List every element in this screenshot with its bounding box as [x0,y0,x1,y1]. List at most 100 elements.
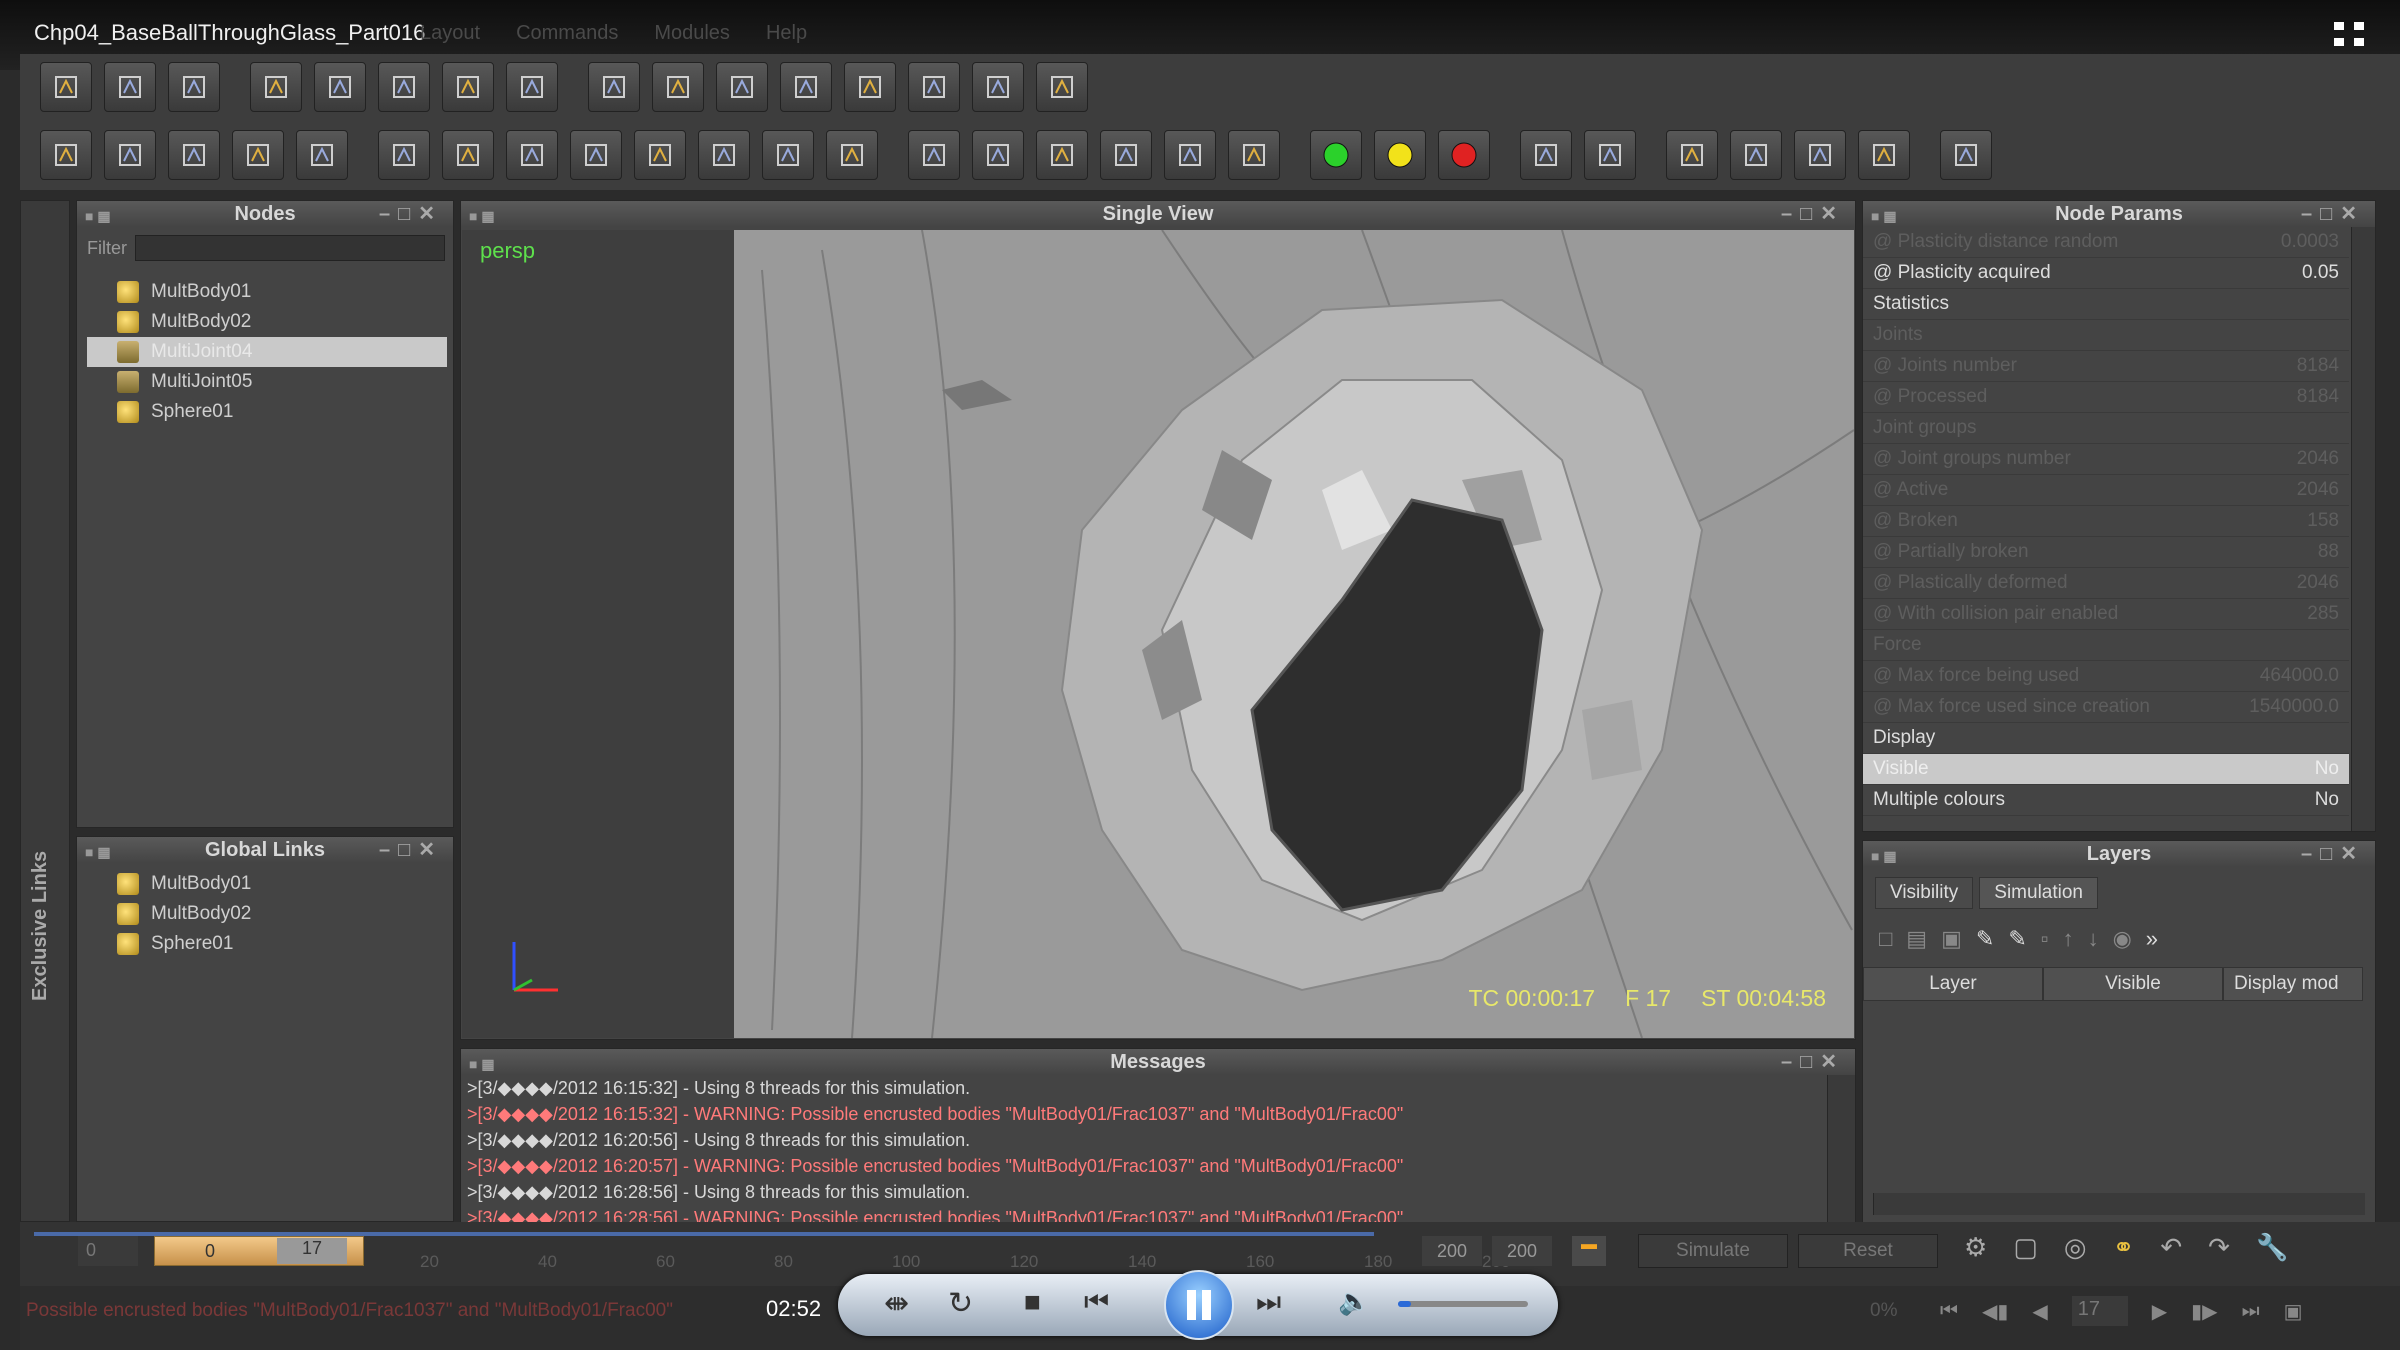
box1-button[interactable] [1036,130,1088,180]
frame-input[interactable]: 17 [2071,1296,2128,1326]
key-icon[interactable]: ▬ [1572,1236,1606,1266]
param-row[interactable]: Statistics [1863,289,2349,320]
param-row[interactable]: Display [1863,723,2349,754]
fracture-button[interactable] [168,130,220,180]
node-item[interactable]: MultBody01 [87,277,447,307]
yellow-light-button[interactable] [1374,130,1426,180]
timeline-end-b[interactable]: 200 [1492,1236,1552,1266]
panel-grip-icon[interactable]: ■ ▦ [469,1051,495,1077]
panel-grip-icon[interactable]: ■ ▦ [1871,203,1897,229]
layer-button[interactable] [588,62,640,112]
stop-icon[interactable]: ■ [1024,1286,1064,1326]
rigidify-button[interactable] [762,130,814,180]
loop-button[interactable] [1730,130,1782,180]
exclusive-links-strip[interactable]: Exclusive Links [20,200,70,1222]
rigid-body-button[interactable] [780,62,832,112]
prev-frame-icon[interactable]: ◀ [2032,1299,2047,1324]
sim-icon[interactable]: ⚙ [1964,1232,1987,1263]
panel-window-controls[interactable]: –□✕ [2301,841,2365,867]
menu-commands[interactable]: Commands [516,22,618,45]
globe-button[interactable] [844,62,896,112]
filter-input[interactable] [135,235,445,261]
constraint-button[interactable] [40,130,92,180]
select-button[interactable] [250,62,302,112]
param-row[interactable]: Joints [1863,320,2349,351]
node-item[interactable]: MultiJoint05 [87,367,447,397]
first-frame-icon[interactable]: ⏮ [1940,1300,1958,1323]
panel-window-controls[interactable]: –□✕ [379,201,443,227]
cache-icon[interactable]: ▢ [2013,1232,2038,1263]
param-row[interactable]: Multiple colours No [1863,785,2349,816]
param-row[interactable]: @ Broken 158 [1863,506,2349,537]
box2-button[interactable] [1100,130,1152,180]
hourglass-button[interactable] [826,130,878,180]
param-row[interactable]: @ Plastically deformed 2046 [1863,568,2349,599]
node-item[interactable]: Sphere01 [87,397,447,427]
red-light-button[interactable] [1438,130,1490,180]
next-key-icon[interactable]: ▮▶ [2191,1299,2217,1324]
sun-button[interactable] [1940,130,1992,180]
frame-button[interactable] [908,130,960,180]
layer-eye-icon[interactable]: ◉ [2113,926,2132,952]
panel-grip-icon[interactable]: ■ ▦ [1871,843,1897,869]
timeline-end-a[interactable]: 200 [1422,1236,1482,1266]
magnet-button[interactable] [506,130,558,180]
layer-edit-icon[interactable]: ✎ [1976,926,1994,952]
camera-icon[interactable]: ◎ [2064,1232,2087,1263]
pause-button[interactable] [1164,1270,1234,1340]
node-item-selected[interactable]: MultiJoint04 [87,337,447,367]
links-button[interactable] [652,62,704,112]
gear-clock-button[interactable] [1858,130,1910,180]
menu-layout[interactable]: Layout [420,22,480,45]
tab-simulation[interactable]: Simulation [1979,877,2098,909]
bounds-button[interactable] [378,130,430,180]
chain-button[interactable] [570,130,622,180]
param-row[interactable]: Visible No [1863,754,2349,785]
param-row[interactable]: @ Active 2046 [1863,475,2349,506]
box4-button[interactable] [1228,130,1280,180]
simulate-button[interactable]: Simulate [1638,1234,1788,1268]
cut-button[interactable] [442,130,494,180]
prev-key-icon[interactable]: ◀▮ [1982,1299,2008,1324]
link-item[interactable]: MultBody01 [87,869,447,899]
reset-button[interactable]: Reset [1798,1234,1938,1268]
panel-window-controls[interactable]: –□✕ [379,837,443,863]
panel-window-controls[interactable]: –□✕ [2301,201,2365,227]
tab-visibility[interactable]: Visibility [1875,877,1974,909]
link-item[interactable]: Sphere01 [87,929,447,959]
param-row[interactable]: @ Partially broken 88 [1863,537,2349,568]
menu-help[interactable]: Help [766,22,807,45]
params-scrollbar[interactable] [2351,227,2375,831]
last-frame-icon[interactable]: ⏭ [2242,1300,2260,1323]
menu-modules[interactable]: Modules [654,22,730,45]
rotate-button[interactable] [378,62,430,112]
move-button[interactable] [314,62,366,112]
clock-button[interactable] [1794,130,1846,180]
timeline-track[interactable] [34,1232,1374,1236]
next-icon[interactable]: ⏭ [1256,1286,1296,1326]
next-frame-icon[interactable]: ▶ [2152,1299,2167,1324]
messages-scrollbar[interactable] [1827,1075,1855,1223]
volume-slider[interactable] [1398,1301,1528,1307]
fullscreen-icon[interactable] [2332,20,2366,48]
export-stop-button[interactable] [1584,130,1636,180]
col-visible[interactable]: Visible [2043,967,2223,1001]
ruler-button[interactable] [634,130,686,180]
param-row[interactable]: Joint groups [1863,413,2349,444]
layer-new-icon[interactable]: □ [1879,926,1892,952]
panel-grip-icon[interactable]: ■ ▦ [85,203,111,229]
export-check-button[interactable] [1520,130,1572,180]
fluid-button[interactable] [972,62,1024,112]
layer-up-icon[interactable]: ↑ [2063,926,2074,952]
panel-window-controls[interactable]: –□✕ [1781,201,1845,227]
chain-icon[interactable]: ⚭ [2113,1232,2135,1263]
dotted-frame-button[interactable] [972,130,1024,180]
play-rec-button[interactable] [1666,130,1718,180]
col-layer[interactable]: Layer [1863,967,2043,1001]
layer-clear-icon[interactable]: ▫ [2041,926,2049,952]
join-button[interactable] [104,130,156,180]
param-row[interactable]: @ Max force being used 464000.0 [1863,661,2349,692]
new-scene-button[interactable] [40,62,92,112]
save-button[interactable] [168,62,220,112]
layer-down-icon[interactable]: ↓ [2088,926,2099,952]
